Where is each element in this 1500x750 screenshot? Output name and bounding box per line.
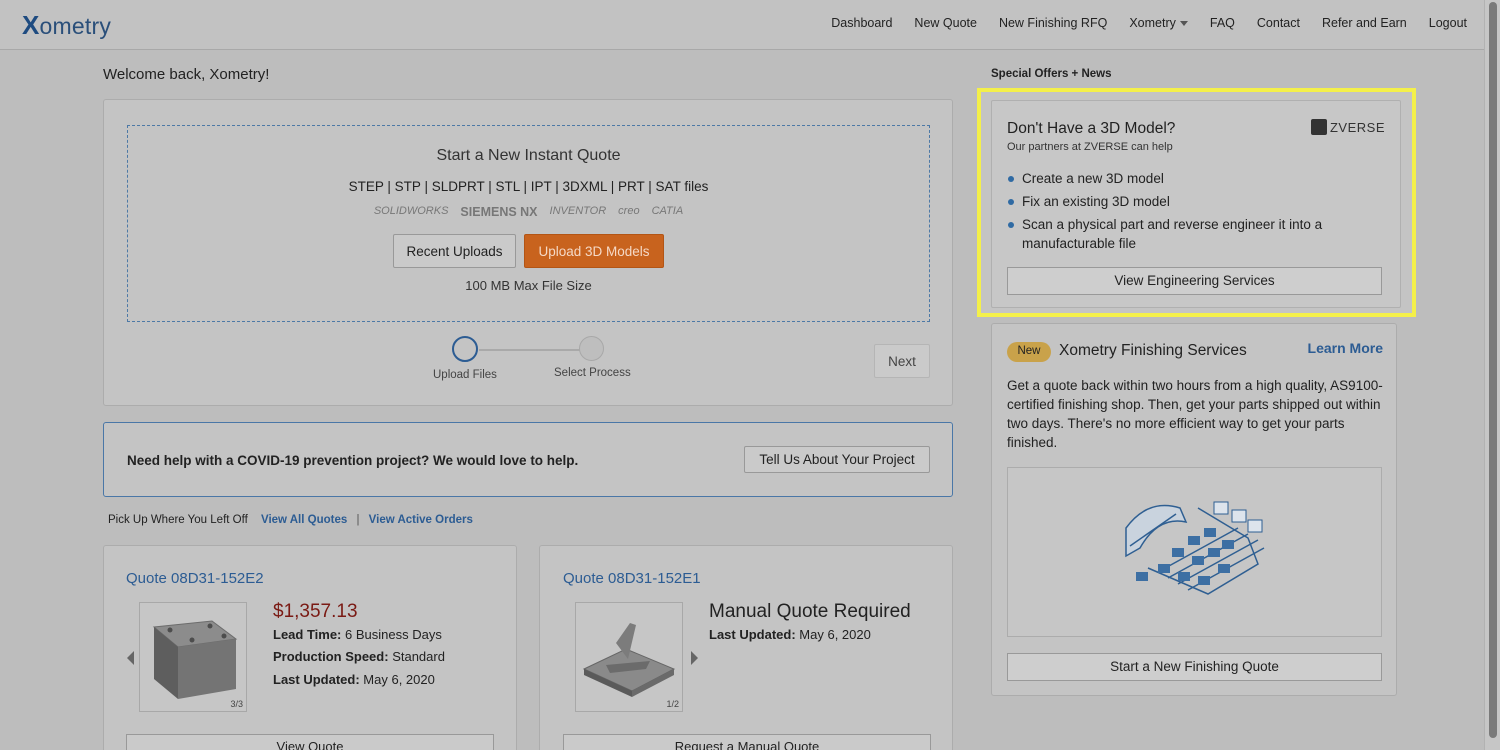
- step-select-process-indicator: [579, 336, 604, 361]
- last-updated-row: Last Updated: May 6, 2020: [273, 672, 435, 687]
- request-manual-quote-button[interactable]: Request a Manual Quote: [563, 734, 931, 750]
- next-button[interactable]: Next: [874, 344, 930, 378]
- production-speed-row: Production Speed: Standard: [273, 649, 445, 664]
- next-image-arrow-icon[interactable]: [691, 651, 698, 665]
- pickup-label: Pick Up Where You Left Off: [108, 514, 248, 526]
- quote-title-link[interactable]: Quote 08D31-152E2: [126, 570, 264, 587]
- top-nav: Xometry Dashboard New Quote New Finishin…: [0, 0, 1500, 50]
- recent-uploads-button[interactable]: Recent Uploads: [393, 234, 516, 268]
- manual-quote-status: Manual Quote Required: [709, 601, 911, 622]
- nav-new-quote[interactable]: New Quote: [914, 16, 977, 30]
- zverse-logo: ZVERSE: [1310, 119, 1385, 135]
- prev-image-arrow-icon[interactable]: [127, 651, 134, 665]
- pickup-bar: Pick Up Where You Left Off View All Quot…: [108, 514, 473, 526]
- file-dropzone[interactable]: Start a New Instant Quote STEP | STP | S…: [127, 125, 930, 322]
- special-offers-heading: Special Offers + News: [991, 68, 1112, 80]
- logo-text: ometry: [39, 13, 112, 39]
- covid-banner: Need help with a COVID-19 prevention pro…: [103, 422, 953, 497]
- creo-logo: creo: [618, 205, 640, 217]
- view-active-orders-link[interactable]: View Active Orders: [369, 514, 473, 526]
- zverse-title: Don't Have a 3D Model?: [1007, 120, 1176, 137]
- tell-us-about-project-button[interactable]: Tell Us About Your Project: [744, 446, 930, 473]
- nav-xometry-label: Xometry: [1129, 16, 1176, 30]
- quote-price: $1,357.13: [273, 601, 358, 622]
- quote-card: Quote 08D31-152E2 3/3 $1,357.13 Lead Tim…: [103, 545, 517, 750]
- new-badge: New: [1007, 342, 1051, 362]
- view-quote-button[interactable]: View Quote: [126, 734, 494, 750]
- list-item: Create a new 3D model: [1007, 169, 1377, 188]
- zverse-cube-icon: [1310, 119, 1327, 135]
- production-speed-label: Production Speed:: [273, 649, 389, 664]
- nav-new-finishing-rfq[interactable]: New Finishing RFQ: [999, 16, 1107, 30]
- nav-refer-and-earn[interactable]: Refer and Earn: [1322, 16, 1407, 30]
- zverse-subtitle: Our partners at ZVERSE can help: [1007, 141, 1173, 153]
- nav-links: Dashboard New Quote New Finishing RFQ Xo…: [831, 16, 1467, 30]
- solidworks-logo: SOLIDWORKS: [373, 205, 449, 217]
- pickup-separator: |: [356, 514, 360, 526]
- finishing-illustration: [1007, 467, 1382, 637]
- last-updated-row: Last Updated: May 6, 2020: [709, 627, 871, 642]
- zverse-logo-text: ZVERSE: [1329, 119, 1385, 135]
- quote-title-link[interactable]: Quote 08D31-152E1: [563, 570, 701, 587]
- step-upload-files-label: Upload Files: [433, 369, 497, 381]
- logo-x: X: [22, 10, 40, 40]
- nav-xometry-menu[interactable]: Xometry: [1129, 16, 1188, 30]
- view-all-quotes-link[interactable]: View All Quotes: [261, 514, 347, 526]
- step-upload-files-indicator: [452, 336, 478, 362]
- zverse-highlight: Don't Have a 3D Model? Our partners at Z…: [977, 88, 1416, 317]
- image-counter: 3/3: [230, 699, 243, 709]
- list-item: Scan a physical part and reverse enginee…: [1007, 215, 1377, 253]
- welcome-heading: Welcome back, Xometry!: [103, 66, 270, 83]
- last-updated-value: May 6, 2020: [363, 672, 435, 687]
- last-updated-label: Last Updated:: [709, 627, 796, 642]
- box-part-icon: [152, 620, 238, 699]
- production-speed-value: Standard: [392, 649, 445, 664]
- instant-quote-card: Start a New Instant Quote STEP | STP | S…: [103, 99, 953, 406]
- xometry-logo[interactable]: Xometry: [22, 10, 111, 41]
- inventor-logo: INVENTOR: [549, 205, 607, 217]
- supported-formats: STEP | STP | SLDPRT | STL | IPT | 3DXML …: [348, 179, 709, 194]
- view-engineering-services-button[interactable]: View Engineering Services: [1007, 267, 1382, 295]
- start-finishing-quote-button[interactable]: Start a New Finishing Quote: [1007, 653, 1382, 681]
- lead-time-label: Lead Time:: [273, 627, 342, 642]
- covid-text: Need help with a COVID-19 prevention pro…: [127, 453, 579, 468]
- dropzone-title: Start a New Instant Quote: [436, 147, 621, 164]
- step-select-process-label: Select Process: [554, 367, 631, 379]
- last-updated-value: May 6, 2020: [799, 627, 871, 642]
- upload-3d-models-button[interactable]: Upload 3D Models: [524, 234, 664, 268]
- factory-illustration-icon: [1125, 501, 1265, 595]
- zverse-services-list: Create a new 3D model Fix an existing 3D…: [1007, 169, 1377, 257]
- scrollbar[interactable]: [1484, 0, 1500, 750]
- siemens-nx-logo: SIEMENS NX: [460, 205, 538, 219]
- finishing-title: Xometry Finishing Services: [1059, 342, 1247, 359]
- image-counter: 1/2: [666, 699, 679, 709]
- learn-more-link[interactable]: Learn More: [1308, 340, 1383, 356]
- catia-logo: CATIA: [651, 205, 684, 217]
- bracket-part-icon: [582, 623, 676, 697]
- finishing-services-card: New Xometry Finishing Services Learn Mor…: [991, 323, 1397, 696]
- scrollbar-thumb[interactable]: [1489, 2, 1497, 738]
- quote-card: Quote 08D31-152E1 1/2 Manual Quote Requi…: [539, 545, 953, 750]
- cad-logos: SOLIDWORKS SIEMENS NX INVENTOR creo CATI…: [128, 205, 929, 219]
- nav-dashboard[interactable]: Dashboard: [831, 16, 892, 30]
- part-thumbnail[interactable]: 1/2: [575, 602, 683, 712]
- step-connector: [479, 349, 592, 351]
- zverse-card: Don't Have a 3D Model? Our partners at Z…: [991, 100, 1401, 308]
- list-item: Fix an existing 3D model: [1007, 192, 1377, 211]
- last-updated-label: Last Updated:: [273, 672, 360, 687]
- finishing-description: Get a quote back within two hours from a…: [1007, 378, 1383, 450]
- lead-time-row: Lead Time: 6 Business Days: [273, 627, 442, 642]
- part-thumbnail[interactable]: 3/3: [139, 602, 247, 712]
- nav-faq[interactable]: FAQ: [1210, 16, 1235, 30]
- lead-time-value: 6 Business Days: [345, 627, 442, 642]
- nav-contact[interactable]: Contact: [1257, 16, 1300, 30]
- nav-logout[interactable]: Logout: [1429, 16, 1467, 30]
- chevron-down-icon: [1179, 21, 1188, 27]
- max-file-size: 100 MB Max File Size: [465, 278, 592, 293]
